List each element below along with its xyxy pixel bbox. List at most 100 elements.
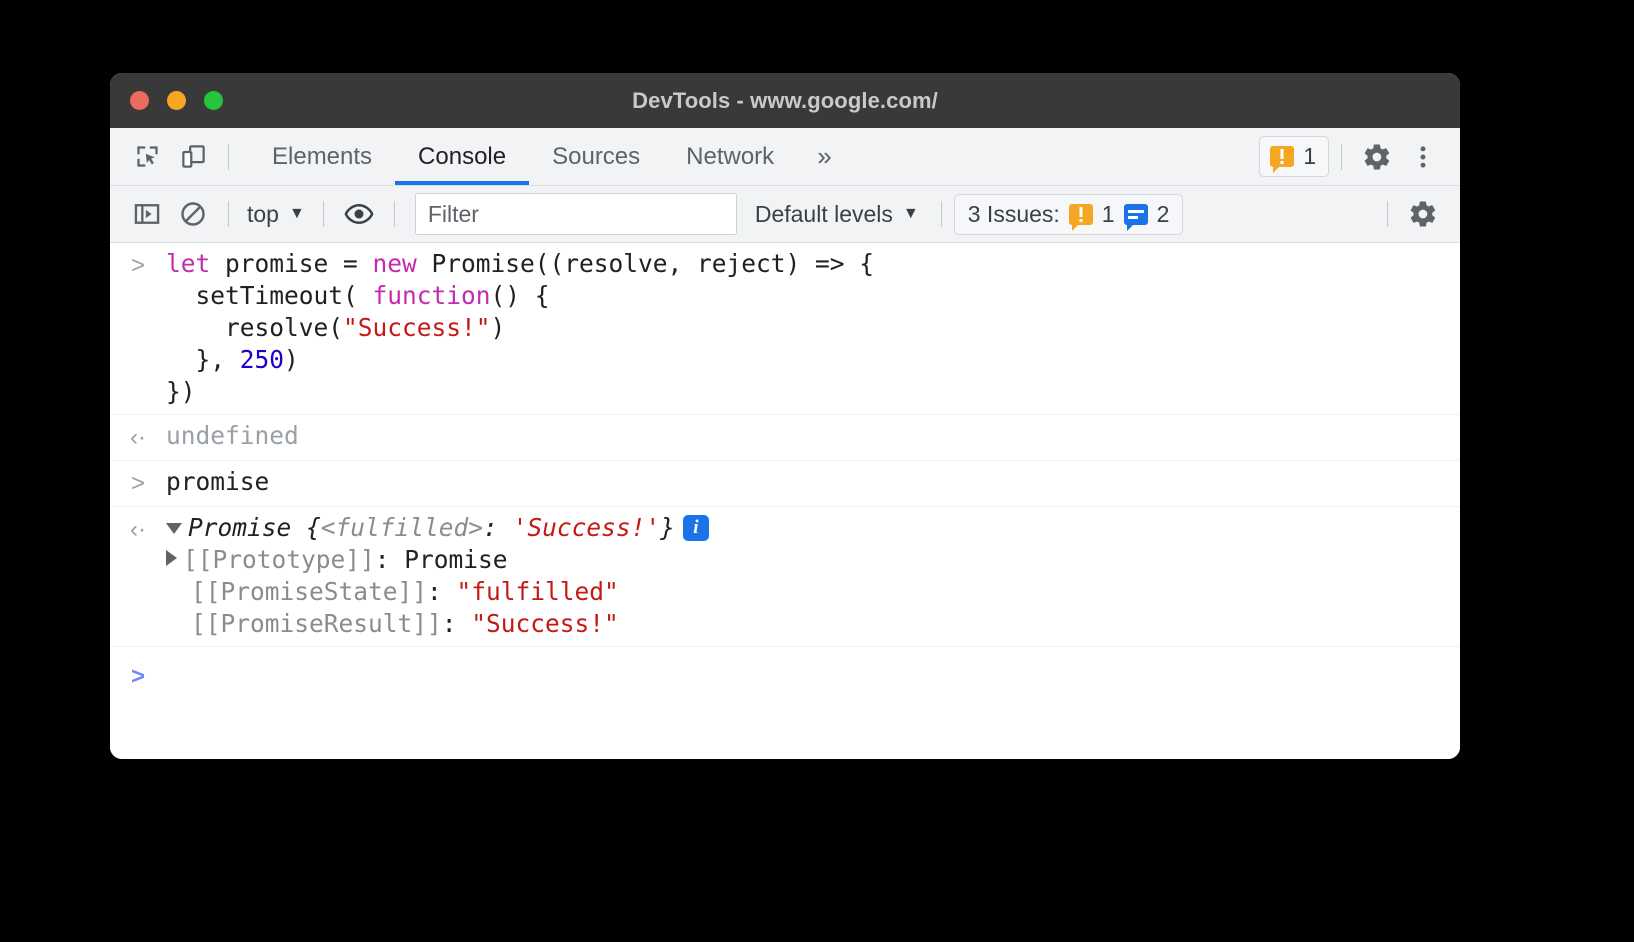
object-name: Promise [188,512,307,542]
property-key: [[PromiseState]] [191,577,428,606]
issues-warning-count: 1 [1101,200,1115,227]
console-input-message[interactable]: > let promise = new Promise((resolve, re… [110,243,1460,416]
console-toolbar-divider-4 [940,201,942,227]
expand-triangle-down-icon[interactable] [166,522,182,534]
code-token: () { [490,281,550,311]
issues-badge[interactable]: 3 Issues: 1 2 [953,193,1184,235]
warning-count: 1 [1303,143,1316,169]
inspect-element-icon[interactable] [124,134,170,180]
filter-input[interactable] [414,193,737,235]
property-value: Promise [404,544,508,574]
live-expression-eye-icon[interactable] [336,191,382,237]
tab-console[interactable]: Console [395,128,530,185]
object-colon: : [483,512,513,542]
input-gutter-arrow-2: > [130,470,145,498]
console-output-promise-object[interactable]: ‹· Promise {<fulfilled>: 'Success!'} i [[… [110,507,1460,646]
code-token: "Success!" [343,313,491,343]
tabbar-divider-2 [1341,143,1342,170]
property-colon: : [374,544,405,574]
code-token: resolve( [166,313,344,343]
console-toolbar-divider-5 [1387,201,1388,227]
tab-network-label: Network [686,142,775,170]
console-settings-gear-icon[interactable] [1400,191,1446,237]
devtools-tabbar: Elements Console Sources Network » 1 [110,128,1460,186]
console-prompt-caret: > [130,663,145,691]
output-gutter-arrow: ‹· [130,424,146,452]
code-token: setTimeout( [166,281,373,311]
devtools-window: DevTools - www.google.com/ Elements Cons… [110,73,1460,759]
tab-console-label: Console [418,142,507,170]
expand-triangle-right-icon[interactable] [166,549,177,566]
console-output-code: undefined [166,420,319,452]
code-token: promise = [225,249,373,278]
code-token: promise [166,467,270,497]
code-token: let [166,249,226,278]
code-token: 250 [239,345,285,375]
console-toolbar: top ▼ Default levels ▼ 3 Issues: 1 [110,186,1460,243]
tab-elements-label: Elements [272,142,373,170]
tabbar-right-actions: 1 [1259,134,1460,180]
info-chip-icon[interactable]: i [682,515,709,542]
undefined-value: undefined [166,421,299,451]
chevron-down-icon-levels: ▼ [902,205,919,222]
window-title: DevTools - www.google.com/ [632,87,938,113]
tab-sources[interactable]: Sources [529,128,663,185]
more-tabs-icon[interactable]: » [797,128,851,185]
console-input-message-2[interactable]: > promise [110,461,1460,507]
issues-warning-icon [1068,203,1093,231]
kebab-menu-icon[interactable] [1400,134,1446,180]
property-colon: : [441,609,472,639]
code-token: ) [284,345,299,375]
log-levels-dropdown[interactable]: Default levels ▼ [745,201,929,228]
tab-sources-label: Sources [552,142,641,170]
clear-console-icon[interactable] [170,191,216,237]
property-value: "fulfilled" [456,577,619,606]
minimize-button[interactable] [167,91,186,110]
gear-icon[interactable] [1354,134,1400,180]
execution-context-label: top [247,200,279,227]
property-key: [[Prototype]] [183,544,375,574]
execution-context-dropdown[interactable]: top ▼ [241,201,311,228]
issues-info-count: 2 [1156,200,1170,227]
code-token: ) [490,313,506,343]
code-token: }) [166,377,196,407]
input-gutter-arrow: > [130,252,145,279]
console-toolbar-divider-3 [393,201,395,227]
warning-badge[interactable]: 1 [1259,136,1329,177]
console-message-list[interactable]: > let promise = new Promise((resolve, re… [110,243,1460,759]
promise-state-tag: <fulfilled> [320,512,484,542]
device-toolbar-icon[interactable] [170,134,216,180]
promise-value: 'Success!' [512,512,661,542]
issues-label: 3 Issues: [967,200,1060,227]
console-toolbar-right [1375,191,1446,237]
object-brace-open: { [306,512,321,542]
tabbar-divider-1 [228,143,229,170]
code-token: function [372,281,491,311]
promise-object-tree: Promise {<fulfilled>: 'Success!'} i [[Pro… [166,512,729,640]
close-button[interactable] [130,91,149,110]
window-controls [130,91,223,110]
console-input-code: let promise = new Promise((resolve, reje… [166,248,894,408]
console-input-code-2: promise [166,466,289,498]
window-titlebar: DevTools - www.google.com/ [110,73,1460,128]
output-gutter-arrow-3: ‹· [130,515,146,543]
more-tabs-label: » [817,141,832,171]
code-token: }, [166,345,240,375]
tab-elements[interactable]: Elements [249,128,395,185]
screen-background: DevTools - www.google.com/ Elements Cons… [0,0,1634,942]
warning-icon [1270,146,1295,173]
chevron-down-icon: ▼ [288,205,305,222]
property-value: "Success!" [471,609,619,639]
code-token: Promise((resolve, reject) => { [431,249,875,278]
property-colon: : [427,577,457,606]
console-output-undefined[interactable]: ‹· undefined [110,415,1460,462]
console-prompt-row[interactable]: > [110,646,1460,693]
console-toolbar-divider-1 [228,201,229,227]
tab-network[interactable]: Network [663,128,797,185]
code-token: new [372,249,432,278]
maximize-button[interactable] [204,91,223,110]
console-sidebar-icon[interactable] [124,191,170,237]
property-key: [[PromiseResult]] [191,609,442,639]
issues-info-icon [1123,203,1148,231]
console-toolbar-divider-2 [322,201,324,227]
